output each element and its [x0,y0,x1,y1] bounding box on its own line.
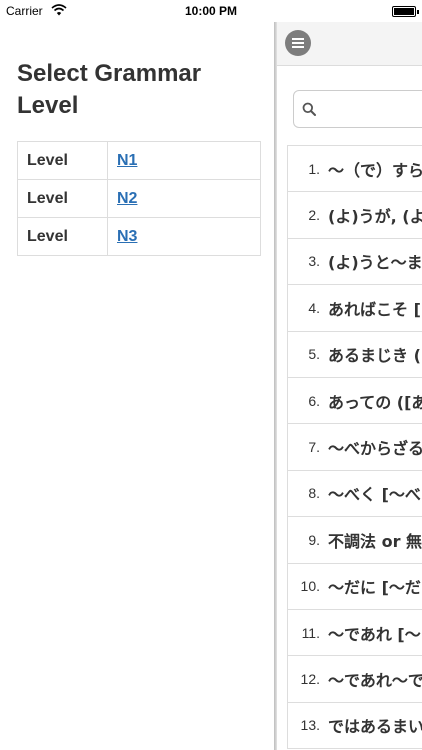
level-label: Level [17,179,108,218]
list-item[interactable]: 10. ～だに [～だ [287,563,422,610]
menu-icon[interactable] [285,30,311,56]
grammar-list: 1.～（で）すら 2.(よ)うが, (よ) 3.(よ)うと～ま 4.あればこそ … [287,145,422,750]
list-item[interactable]: 3. (よ)うと～ま [287,238,422,286]
table-row: Level N2 [17,179,261,218]
list-item[interactable]: 9. 不調法 or 無 [287,517,422,564]
list-item[interactable]: 5. あるまじき ([ [287,331,422,378]
level-link-n3[interactable]: N3 [117,228,137,245]
table-row: Level N1 [17,141,261,180]
list-item[interactable]: 1. ～（で）すら [287,146,422,193]
list-item[interactable]: 2.(よ)うが, (よ) [287,192,422,239]
battery-icon [392,6,419,17]
list-item[interactable]: 7. ～べからざる [287,424,422,471]
list-item[interactable]: 12. ～であれ～で [287,656,422,703]
list-item[interactable]: 8. ～べく [～べ [287,470,422,518]
search-area [277,67,422,149]
level-table: Level N1 Level N2 Level N3 [17,141,261,256]
level-label: Level [17,141,108,180]
list-item[interactable]: 11. ～であれ [～ [287,609,422,657]
list-item[interactable]: 4. あればこそ [ [287,285,422,332]
status-time: 10:00 PM [184,4,238,18]
search-input[interactable] [324,99,422,119]
level-link-n1[interactable]: N1 [117,152,137,169]
page-title: Select Grammar Level [17,60,202,119]
status-bar: Carrier 10:00 PM [0,0,422,22]
level-link-n2[interactable]: N2 [117,190,137,207]
grammar-list-panel: 1.～（で）すら 2.(よ)うが, (よ) 3.(よ)うと～ま 4.あればこそ … [277,22,422,750]
search-box[interactable] [293,90,422,128]
level-select-panel: Select Grammar Level Level N1 Level N2 L… [0,22,274,750]
search-icon [302,102,316,116]
table-row: Level N3 [17,217,261,256]
list-item[interactable]: 13. ではあるまい [287,702,422,750]
top-bar [277,22,422,66]
level-label: Level [17,217,108,256]
list-item[interactable]: 6. あっての ([あ [287,377,422,425]
